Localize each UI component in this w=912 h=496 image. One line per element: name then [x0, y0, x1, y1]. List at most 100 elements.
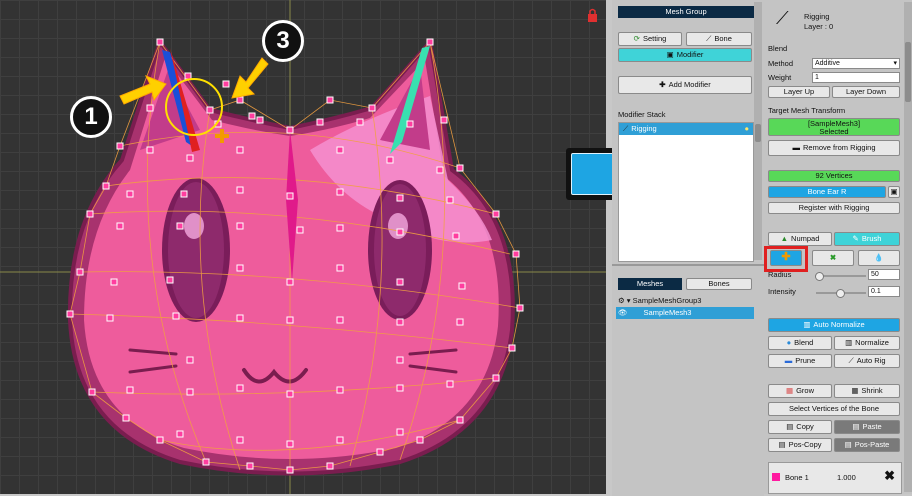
stack-item-rigging[interactable]: ⟋ Rigging ● — [619, 123, 753, 135]
setting-label: Setting — [642, 34, 667, 43]
mesh-vertex — [368, 104, 376, 112]
mesh-vertex — [202, 458, 210, 466]
remove-rigging-button[interactable]: ▬ Remove from Rigging — [768, 140, 900, 156]
setting-button[interactable]: ⟳ Setting — [618, 32, 682, 46]
pos-copy-icon: ▤ — [778, 440, 786, 450]
grow-icon: ▦ — [785, 386, 794, 396]
eye-icon[interactable]: 👁 — [618, 308, 628, 317]
pos-copy-button[interactable]: ▤ Pos-Copy — [768, 438, 832, 452]
paste-icon: ▤ — [852, 422, 860, 432]
radius-knob[interactable] — [814, 272, 824, 281]
bone-lock-icon[interactable]: ▣ — [888, 186, 900, 198]
shrink-button[interactable]: ▦ Shrink — [834, 384, 900, 398]
mesh-vertex — [156, 436, 164, 444]
auto-rig-button[interactable]: ⟋ Auto Rig — [834, 354, 900, 368]
bone-label: Bone — [714, 34, 732, 43]
mesh-vertex — [236, 222, 244, 230]
shrink-icon: ▦ — [851, 386, 859, 396]
tree-group-item[interactable]: ⚙ ▾ SampleMeshGroup3 — [618, 296, 701, 305]
remove-bone-weight-icon[interactable]: ✖ — [884, 468, 895, 484]
cat-mesh-drawing — [0, 0, 606, 494]
blend-btn-label: Blend — [794, 338, 814, 347]
mid-scrollbar[interactable] — [754, 2, 762, 260]
mesh-vertex — [458, 282, 466, 290]
radius-input[interactable]: 50 — [868, 269, 900, 280]
layer-up-button[interactable]: Layer Up — [768, 86, 830, 98]
auto-normalize-toggle[interactable]: ▥ Auto Normalize — [768, 318, 900, 332]
mesh-vertex — [236, 384, 244, 392]
weight-input[interactable]: 1 — [812, 72, 900, 83]
modifier-button[interactable]: ▣ Modifier — [618, 48, 752, 62]
paste-btn-label: Paste — [862, 422, 882, 431]
mesh-vertex — [386, 156, 394, 164]
pos-paste-icon: ▤ — [844, 440, 852, 450]
mesh-vertex — [116, 142, 124, 150]
modifier-stack-list: ⟋ Rigging ● — [618, 122, 754, 262]
mesh-vertex — [126, 386, 134, 394]
rigging-icon: ⟋ — [623, 124, 629, 134]
blur-brush-button[interactable]: 💧 — [858, 250, 900, 266]
viewport-canvas[interactable]: 1 3 — [0, 0, 606, 494]
plus-icon: ✚ — [659, 80, 666, 90]
intensity-input[interactable]: 0.1 — [868, 286, 900, 297]
mesh-vertex — [508, 344, 516, 352]
mesh-vertex — [456, 164, 464, 172]
mesh-vertex — [286, 126, 294, 134]
add-weight-brush-button[interactable]: ✚ — [770, 250, 802, 266]
tab-bones[interactable]: Bones — [686, 278, 752, 290]
mesh-vertex — [396, 228, 404, 236]
mesh-vertex — [206, 106, 214, 114]
copy-button[interactable]: ▤ Copy — [768, 420, 832, 434]
vertices-count: 92 Vertices — [768, 170, 900, 182]
mesh-vertex — [456, 416, 464, 424]
stack-item-label: Rigging — [631, 124, 657, 133]
prune-button[interactable]: ▬ Prune — [768, 354, 832, 368]
lightbulb-icon[interactable]: ● — [744, 123, 749, 135]
intensity-knob[interactable] — [835, 289, 845, 298]
register-rigging-button[interactable]: Register with Rigging — [768, 202, 900, 214]
right-scrollbar[interactable] — [904, 2, 912, 492]
layer-down-button[interactable]: Layer Down — [832, 86, 900, 98]
prune-btn-label: Prune — [795, 356, 816, 365]
tree-mesh-item[interactable]: 👁 SampleMesh3 — [616, 307, 754, 319]
numpad-label: Numpad — [791, 234, 820, 243]
auto-rig-btn-label: Auto Rig — [856, 356, 886, 365]
mesh-vertex — [102, 182, 110, 190]
grow-button[interactable]: ▦ Grow — [768, 384, 832, 398]
mesh-vertex — [180, 190, 188, 198]
intensity-slider[interactable] — [816, 289, 866, 298]
pos-paste-button[interactable]: ▤ Pos-Paste — [834, 438, 900, 452]
mesh-vertex — [256, 116, 264, 124]
shrink-btn-label: Shrink — [861, 386, 883, 395]
mesh-vertex — [356, 118, 364, 126]
mesh-vertex — [406, 120, 414, 128]
numpad-button[interactable]: ▲ Numpad — [768, 232, 832, 246]
bone-weight-name: Bone 1 — [785, 473, 809, 482]
select-vertices-button[interactable]: Select Vertices of the Bone — [768, 402, 900, 416]
radius-slider[interactable] — [814, 272, 866, 281]
add-modifier-button[interactable]: ✚ Add Modifier — [618, 76, 752, 94]
mesh-vertex — [88, 388, 96, 396]
target-label: Target Mesh Transform — [768, 106, 846, 115]
bone-weight-list: Bone 1 1.000 ✖ — [768, 462, 902, 494]
selected-bone[interactable]: Bone Ear R — [768, 186, 886, 198]
method-select[interactable]: Additive ▾ — [812, 58, 900, 69]
normalize-button[interactable]: ▥ Normalize — [834, 336, 900, 350]
blend-weights-button[interactable]: ● Blend — [768, 336, 832, 350]
mesh-group-panel: Mesh Group ⟳ Setting ⟋ Bone ▣ Modifier ✚ Add… — [612, 0, 764, 496]
remove-label: Remove from Rigging — [802, 143, 876, 152]
mesh-vertex — [156, 38, 164, 46]
copy-icon: ▤ — [786, 422, 794, 432]
prune-icon: ▬ — [784, 356, 793, 366]
blend-drop-icon: ● — [786, 338, 792, 348]
tab-meshes[interactable]: Meshes — [618, 278, 682, 290]
mesh-vertex — [336, 264, 344, 272]
bone-button[interactable]: ⟋ Bone — [686, 32, 752, 46]
paste-button[interactable]: ▤ Paste — [834, 420, 900, 434]
layer-label: Layer : 0 — [804, 22, 834, 31]
auto-normalize-label: Auto Normalize — [813, 320, 865, 329]
brush-button[interactable]: ✎ Brush — [834, 232, 900, 246]
mesh-vertex — [396, 384, 404, 392]
subtract-brush-button[interactable]: ✖ — [812, 250, 854, 266]
rigging-panel: ⟋ Rigging Layer : 0 Blend Method Additiv… — [764, 0, 912, 494]
